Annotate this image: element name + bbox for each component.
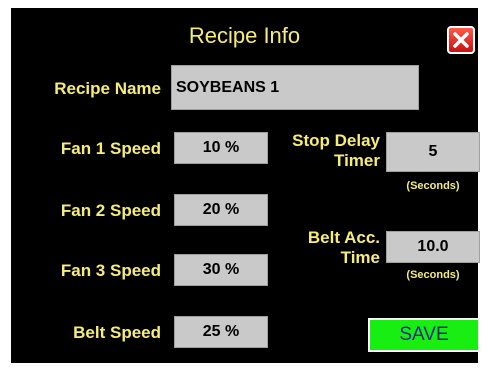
fan-2-speed-field[interactable]: 20 % [174, 194, 268, 226]
stop-delay-timer-label: Stop Delay Timer [273, 131, 380, 171]
belt-acc-time-field[interactable]: 10.0 [386, 231, 480, 263]
belt-speed-label: Belt Speed [73, 323, 161, 342]
recipe-name-label: Recipe Name [54, 79, 161, 98]
stop-delay-timer-field[interactable]: 5 [386, 132, 480, 172]
stop-delay-label-line2: Timer [334, 151, 380, 170]
fan-1-speed-field[interactable]: 10 % [174, 132, 268, 164]
belt-acc-label-line1: Belt Acc. [307, 228, 380, 247]
stop-delay-label-line1: Stop Delay [292, 131, 380, 150]
belt-acc-time-label: Belt Acc. Time [273, 228, 380, 268]
close-icon [453, 32, 469, 48]
page-title: Recipe Info [188, 23, 301, 48]
belt-acc-label-line2: Time [340, 248, 380, 267]
fan-1-speed-label: Fan 1 Speed [60, 139, 161, 158]
save-button[interactable]: SAVE [368, 318, 480, 352]
belt-acc-unit: (Seconds) [406, 269, 460, 281]
belt-speed-field[interactable]: 25 % [174, 316, 268, 348]
recipe-name-field[interactable]: SOYBEANS 1 [171, 65, 419, 110]
close-button[interactable] [447, 26, 475, 54]
fan-2-speed-label: Fan 2 Speed [60, 201, 161, 220]
fan-3-speed-label: Fan 3 Speed [60, 261, 161, 280]
stop-delay-unit: (Seconds) [406, 180, 460, 192]
fan-3-speed-field[interactable]: 30 % [174, 254, 268, 286]
recipe-info-screen: Recipe Info Recipe Name SOYBEANS 1 Fan 1… [11, 8, 480, 363]
